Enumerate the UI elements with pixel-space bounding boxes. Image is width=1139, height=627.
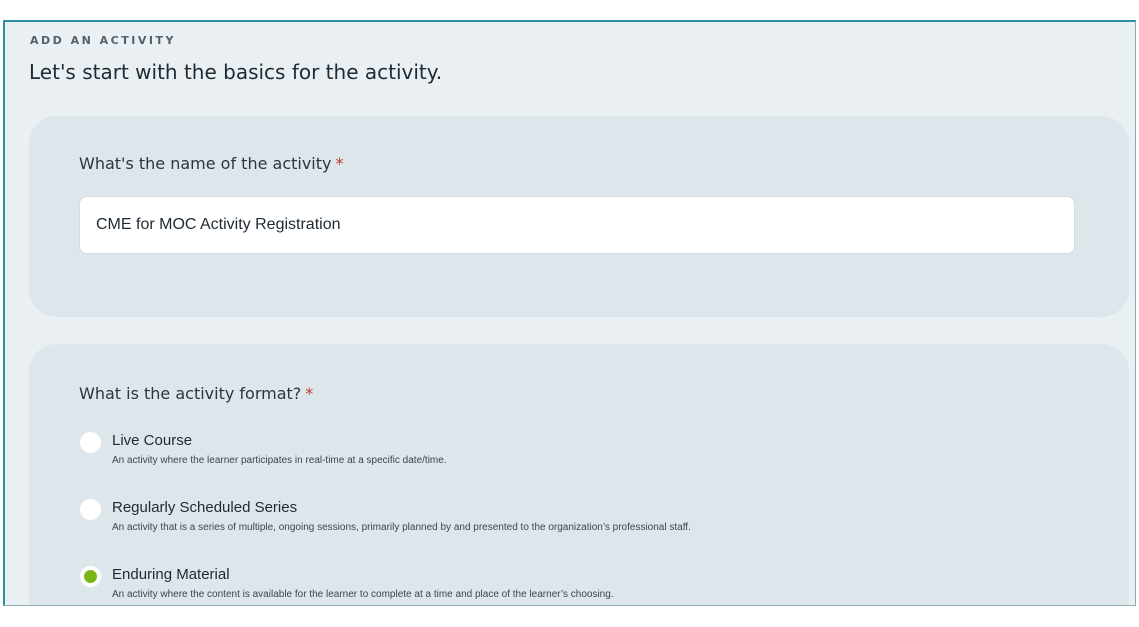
activity-name-card: What's the name of the activity * [29, 116, 1129, 317]
activity-format-label: What is the activity format? * [79, 384, 313, 403]
option-title: Regularly Scheduled Series [112, 499, 298, 516]
page: ADD AN ACTIVITY Let's start with the bas… [0, 0, 1139, 627]
activity-name-label: What's the name of the activity * [79, 154, 344, 173]
format-option-regularly-scheduled-series[interactable]: Regularly Scheduled Series An activity t… [79, 495, 1079, 539]
required-asterisk: * [335, 154, 344, 173]
activity-name-label-text: What's the name of the activity [79, 154, 332, 173]
option-title: Enduring Material [112, 566, 230, 583]
activity-name-input[interactable] [79, 196, 1075, 254]
activity-format-label-text: What is the activity format? [79, 384, 302, 403]
required-asterisk: * [305, 384, 314, 403]
page-title: Let's start with the basics for the acti… [29, 60, 443, 84]
radio-button[interactable] [79, 431, 102, 454]
radio-button[interactable] [79, 498, 102, 521]
option-title: Live Course [112, 432, 193, 449]
format-option-live-course[interactable]: Live Course An activity where the learne… [79, 428, 1079, 472]
format-option-enduring-material[interactable]: Enduring Material An activity where the … [79, 562, 1079, 605]
option-description: An activity where the learner participat… [112, 455, 447, 466]
activity-format-card: What is the activity format? * Live Cours… [29, 344, 1129, 605]
option-description: An activity where the content is availab… [112, 589, 614, 600]
add-activity-panel: ADD AN ACTIVITY Let's start with the bas… [3, 20, 1136, 606]
section-eyebrow: ADD AN ACTIVITY [30, 34, 176, 47]
radio-button-selected[interactable] [79, 565, 102, 588]
option-description: An activity that is a series of multiple… [112, 522, 691, 533]
